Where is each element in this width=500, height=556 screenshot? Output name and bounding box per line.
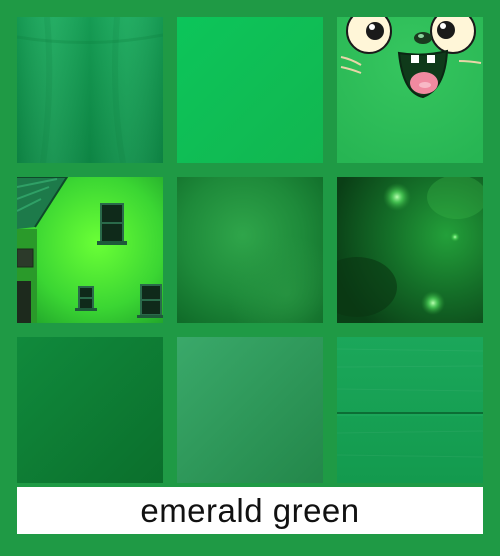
swatch-board: emerald green: [0, 0, 500, 556]
swatch-blurred-glow: [177, 177, 323, 323]
swatch-muted-gradient: [177, 337, 323, 483]
swatch-fabric-drape: [17, 17, 163, 163]
swatch-nebula: [337, 177, 483, 323]
swatch-painted-house: [17, 177, 163, 323]
swatch-flat-bright: [177, 17, 323, 163]
swatch-dark-gradient: [17, 337, 163, 483]
swatch-cartoon-cat: [337, 17, 483, 163]
caption-bar: emerald green: [17, 487, 483, 534]
caption-text: emerald green: [140, 491, 360, 529]
swatch-wood-panel: [337, 337, 483, 483]
